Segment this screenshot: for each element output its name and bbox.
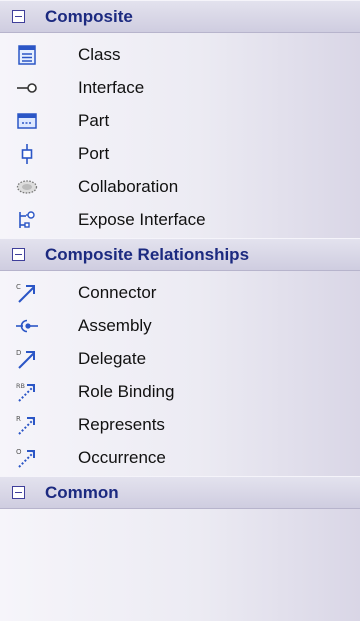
group-title: Common <box>45 482 119 502</box>
toolbox-item-label: Represents <box>78 414 165 434</box>
toolbox-item-assembly[interactable]: Assembly <box>0 309 360 342</box>
icon-tag: D <box>16 349 21 357</box>
group-header-composite-relationships[interactable]: Composite Relationships <box>0 238 360 271</box>
class-icon <box>16 44 38 66</box>
toolbox-item-label: Assembly <box>78 315 152 335</box>
role-binding-icon: RB <box>16 381 38 403</box>
collaboration-icon <box>16 176 38 198</box>
occurrence-icon: O <box>16 447 38 469</box>
toolbox-item-expose-interface[interactable]: Expose Interface <box>0 203 360 236</box>
group-header-common[interactable]: Common <box>0 476 360 509</box>
toolbox-item-delegate[interactable]: D Delegate <box>0 342 360 375</box>
assembly-icon <box>16 315 38 337</box>
represents-icon: R <box>16 414 38 436</box>
icon-tag: R <box>16 415 21 423</box>
toolbox-item-label: Role Binding <box>78 381 175 401</box>
part-icon <box>16 110 38 132</box>
toolbox-item-class[interactable]: Class <box>0 38 360 71</box>
port-icon <box>16 143 38 165</box>
group-title: Composite Relationships <box>45 244 250 264</box>
toolbox-item-occurrence[interactable]: O Occurrence <box>0 441 360 474</box>
toolbox-item-label: Interface <box>78 77 145 97</box>
expose-interface-icon <box>16 209 38 231</box>
toolbox-item-port[interactable]: Port <box>0 137 360 170</box>
toolbox-item-represents[interactable]: R Represents <box>0 408 360 441</box>
toolbox-item-collaboration[interactable]: Collaboration <box>0 170 360 203</box>
toolbox-item-label: Occurrence <box>78 447 166 467</box>
toolbox-item-connector[interactable]: C Connector <box>0 276 360 309</box>
toolbox-item-label: Part <box>78 110 110 130</box>
toolbox-item-label: Collaboration <box>78 176 179 196</box>
toolbox-item-interface[interactable]: Interface <box>0 71 360 104</box>
toolbox-item-label: Expose Interface <box>78 209 206 229</box>
group-header-composite[interactable]: Composite <box>0 0 360 33</box>
toolbox-panel: Composite Class Interface Part Port Coll… <box>0 0 360 621</box>
toolbox-item-role-binding[interactable]: RB Role Binding <box>0 375 360 408</box>
collapse-toggle-icon[interactable] <box>12 10 25 23</box>
toolbox-item-part[interactable]: Part <box>0 104 360 137</box>
collapse-toggle-icon[interactable] <box>12 486 25 499</box>
icon-tag: RB <box>16 382 25 390</box>
icon-tag: C <box>16 283 21 291</box>
delegate-icon: D <box>16 348 38 370</box>
group-title: Composite <box>45 6 133 26</box>
group-items-composite-relationships: C Connector Assembly D Delegate RB Role … <box>0 271 360 476</box>
toolbox-item-label: Delegate <box>78 348 147 368</box>
connector-icon: C <box>16 282 38 304</box>
interface-icon <box>16 77 38 99</box>
group-items-composite: Class Interface Part Port Collaboration … <box>0 33 360 238</box>
toolbox-item-label: Class <box>78 44 121 64</box>
icon-tag: O <box>16 448 22 456</box>
toolbox-item-label: Connector <box>78 282 157 302</box>
collapse-toggle-icon[interactable] <box>12 248 25 261</box>
toolbox-item-label: Port <box>78 143 110 163</box>
